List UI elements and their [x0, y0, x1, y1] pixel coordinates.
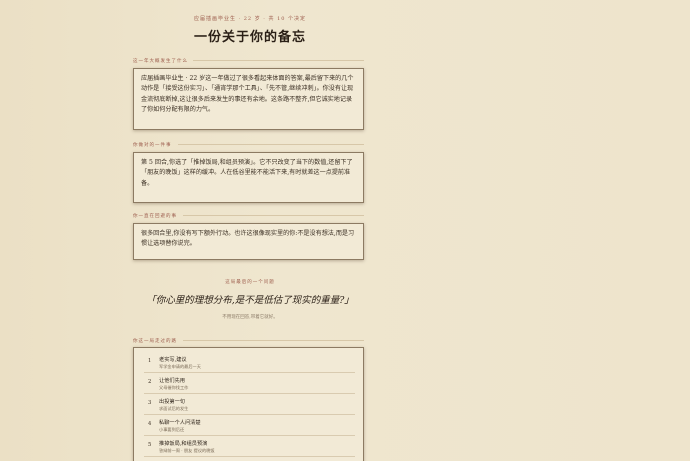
divider	[183, 215, 364, 216]
divider	[193, 60, 364, 61]
divider	[178, 144, 364, 145]
card-year-summary: 应届插画毕业生 · 22 岁这一年做过了很多看起来体面的答案,最后留下来的几个动…	[133, 68, 364, 130]
final-question: 「你心里的理想分布,是不是低估了现实的重量?」	[146, 295, 354, 306]
card-avoided: 很多回合里,你没有写下额外行动。也许这很像现实里的你:不是没有想法,而是习惯让选…	[133, 223, 364, 260]
page-title: 一份关于你的备忘	[193, 30, 306, 45]
section-label-right-thing: 你做对的一件事	[133, 142, 364, 148]
path-list: 1 老实写,建议 军学金申请的最后一天 2 让他们先用 父母催你找工作 3 出投…	[133, 347, 364, 461]
question-note: 不用现在回答,带着它就好。	[222, 315, 278, 320]
divider	[183, 340, 364, 341]
list-item: 2 让他们先用 父母催你找工作	[144, 374, 355, 394]
list-item: 4 私聊一个人问清楚 小事要到后还	[144, 416, 355, 436]
memo-page: 应届插画毕业生 · 22 岁 · 共 10 个决定 一份关于你的备忘 这一年大概…	[0, 0, 690, 461]
section-label-path: 你这一局走过的路	[133, 338, 364, 344]
card-right-thing: 第 5 回合,你选了「推掉饭局,和组员预演」。它不只改变了当下的数值,还留下了「…	[133, 152, 364, 203]
list-item: 3 出投第一句 求面试后的发生	[144, 395, 355, 415]
list-item: 1 老实写,建议 军学金申请的最后一天	[144, 353, 355, 373]
section-label-year: 这一年大概发生了什么	[133, 58, 364, 64]
list-item: 5 推掉饭局,和组员预演 答辩前一周 · 朋友 提议的晚饭	[144, 437, 355, 457]
question-kicker: 这局最后的一个问题	[225, 280, 275, 285]
section-label-avoided: 你一直在回避的事	[133, 213, 364, 219]
header-kicker: 应届插画毕业生 · 22 岁 · 共 10 个决定	[193, 16, 307, 22]
